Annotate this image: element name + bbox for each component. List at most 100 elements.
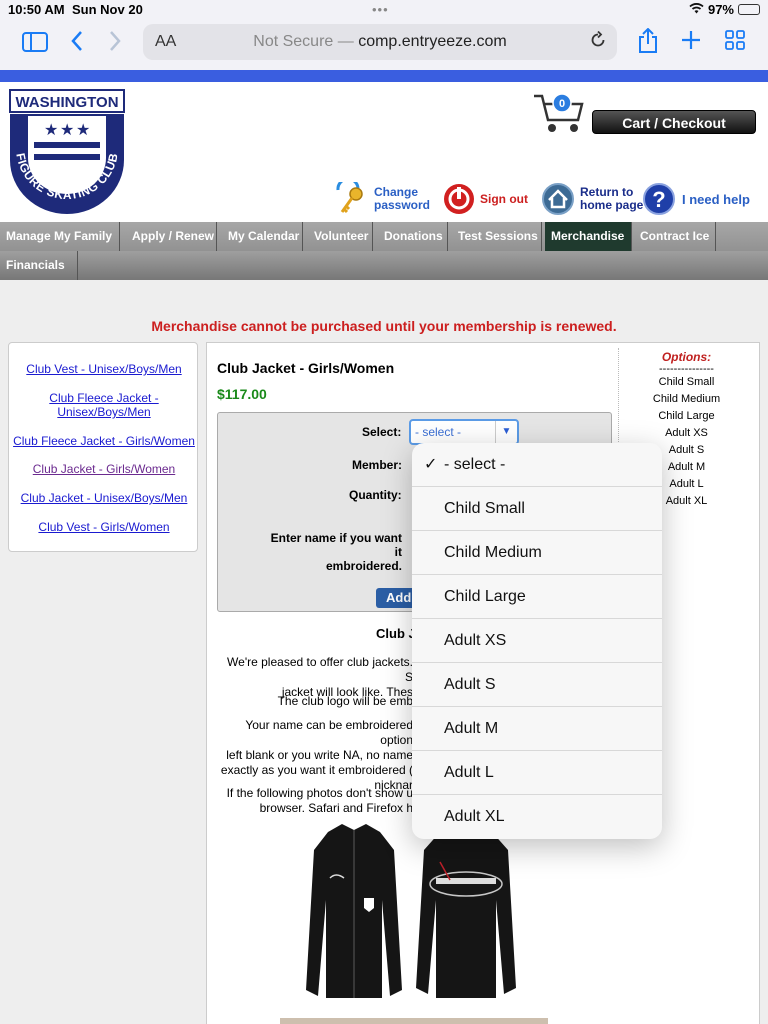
desc-line: exactly as you want it embroidered ( [220, 763, 413, 777]
sign-out-link[interactable]: Sign out [480, 193, 528, 206]
jacket-front-image [306, 824, 402, 998]
sidebar-link-fleece-unisex[interactable]: Club Fleece Jacket - Unisex/Boys/Men [9, 391, 199, 419]
options-heading: Options: [661, 350, 712, 364]
address-bar[interactable]: AA Not Secure — comp.entryeeze.com [143, 24, 617, 60]
nav-financials[interactable]: Financials [0, 251, 78, 280]
battery-icon [738, 4, 760, 15]
site-top-bar [0, 70, 768, 82]
checkmark-icon: ✓ [424, 456, 438, 473]
main-nav: Manage My Family Apply / Renew My Calend… [0, 222, 768, 280]
club-logo[interactable]: WASHINGTON ★ ★ ★ FIGURE SKATING CLUB [8, 88, 126, 216]
size-select-value: - select - [415, 425, 462, 439]
share-icon[interactable] [638, 27, 658, 59]
sidebar-link-fleece-girls[interactable]: Club Fleece Jacket - Girls/Women [9, 434, 199, 448]
status-right: 97% [689, 2, 760, 17]
size-select[interactable]: - select - ▼ [409, 419, 519, 445]
option-item: Child Large [658, 410, 715, 422]
nav-manage-family[interactable]: Manage My Family [0, 222, 120, 251]
status-time: 10:50 AM [8, 2, 65, 17]
select-dropdown-menu: ✓ - select - Child Small Child Medium Ch… [412, 443, 662, 839]
sidebar-link-club-jacket-unisex[interactable]: Club Jacket - Unisex/Boys/Men [9, 491, 199, 505]
sidebar-link-club-jacket-girls[interactable]: Club Jacket - Girls/Women [9, 462, 199, 476]
options-separator: --------------- [659, 363, 714, 375]
sidebar-link-club-vest-girls[interactable]: Club Vest - Girls/Women [9, 520, 199, 534]
help-icon[interactable]: ? [642, 182, 676, 216]
product-price: $117.00 [217, 386, 267, 402]
cart-checkout-button[interactable]: Cart / Checkout [592, 110, 756, 134]
sidebar-toggle-icon[interactable] [22, 32, 48, 57]
svg-text:★: ★ [44, 120, 58, 139]
desc-line: left blank or you write NA, no name [226, 748, 413, 762]
option-item: Adult XS [665, 427, 708, 439]
quantity-label: Quantity: [349, 488, 402, 502]
change-password-link[interactable]: Change password [374, 186, 430, 212]
browser-toolbar: AA Not Secure — comp.entryeeze.com [0, 20, 768, 70]
select-arrow-icon: ▼ [495, 421, 517, 443]
nav-apply-renew[interactable]: Apply / Renew [126, 222, 217, 251]
dropdown-option-child-large[interactable]: Child Large [412, 575, 662, 619]
jacket-photos [290, 820, 550, 1010]
url-text: Not Secure — comp.entryeeze.com [143, 33, 617, 51]
desc-line: browser. Safari and Firefox h [259, 801, 413, 815]
security-label: Not Secure — [253, 33, 354, 50]
nav-donations[interactable]: Donations [378, 222, 448, 251]
member-label: Member: [352, 458, 403, 472]
dropdown-option-select[interactable]: ✓ - select - [412, 443, 662, 487]
dropdown-option-child-small[interactable]: Child Small [412, 487, 662, 531]
home-line1: Return to [580, 185, 634, 199]
back-icon[interactable] [70, 30, 84, 57]
help-link[interactable]: I need help [682, 193, 750, 206]
change-password-line1: Change [374, 185, 419, 199]
nav-my-calendar[interactable]: My Calendar [222, 222, 303, 251]
dropdown-option-label: - select - [444, 456, 506, 473]
dropdown-option-adult-xs[interactable]: Adult XS [412, 619, 662, 663]
home-line2: home page [580, 198, 644, 212]
forward-icon[interactable] [108, 30, 122, 57]
membership-warning: Merchandise cannot be purchased until yo… [151, 318, 617, 334]
desc-line: Your name can be embroidered option [245, 718, 413, 747]
tabs-overview-icon[interactable] [725, 30, 745, 55]
nav-volunteer[interactable]: Volunteer [308, 222, 373, 251]
key-icon[interactable] [334, 177, 368, 216]
nav-merchandise[interactable]: Merchandise [545, 222, 632, 251]
desc-para-2: The club logo will be emb [277, 694, 413, 708]
dropdown-option-adult-s[interactable]: Adult S [412, 663, 662, 707]
nav-row-2: Financials [0, 251, 768, 280]
svg-text:★: ★ [76, 120, 90, 139]
reload-icon[interactable] [589, 30, 607, 54]
nav-contract-ice[interactable]: Contract Ice [634, 222, 716, 251]
domain-label: comp.entryeeze.com [358, 33, 507, 50]
cart-icon[interactable]: 0 [532, 90, 586, 136]
nav-test-sessions[interactable]: Test Sessions [452, 222, 542, 251]
sidebar-link-club-vest-unisex[interactable]: Club Vest - Unisex/Boys/Men [9, 362, 199, 376]
select-label: Select: [362, 425, 402, 439]
jacket-back-image [416, 824, 516, 998]
dropdown-option-child-medium[interactable]: Child Medium [412, 531, 662, 575]
change-password-line2: password [374, 198, 431, 212]
svg-text:?: ? [652, 187, 665, 212]
home-link[interactable]: Return to home page [580, 186, 643, 212]
desc-line: We're pleased to offer club jackets. S [227, 655, 413, 684]
option-item: Child Medium [652, 393, 721, 405]
dropdown-option-adult-l[interactable]: Adult L [412, 751, 662, 795]
svg-text:★: ★ [60, 120, 74, 139]
new-tab-icon[interactable] [681, 30, 701, 55]
description-title: Club J [376, 626, 416, 641]
desc-para-3: Your name can be embroidered option left… [218, 718, 413, 793]
desc-para-4: If the following photos don't show u bro… [225, 786, 413, 816]
product-sidebar: Club Vest - Unisex/Boys/Men Club Fleece … [8, 342, 198, 552]
embroider-line1: Enter name if you want it [270, 531, 402, 559]
sign-out-icon[interactable] [442, 182, 476, 216]
home-icon[interactable] [541, 182, 575, 216]
status-bar: 10:50 AM Sun Nov 20 ••• 97% [0, 0, 768, 20]
jacket-front-back-image [306, 824, 516, 998]
dropdown-option-adult-xl[interactable]: Adult XL [412, 795, 662, 839]
desc-line: If the following photos don't show u [226, 786, 413, 800]
dropdown-option-adult-m[interactable]: Adult M [412, 707, 662, 751]
wifi-icon [689, 2, 704, 17]
embroider-label: Enter name if you want it embroidered. [262, 531, 402, 573]
next-photo-edge [280, 1018, 548, 1024]
multitask-dots-icon[interactable]: ••• [372, 2, 389, 17]
battery-percent: 97% [707, 2, 734, 17]
cart-count: 0 [559, 98, 565, 110]
